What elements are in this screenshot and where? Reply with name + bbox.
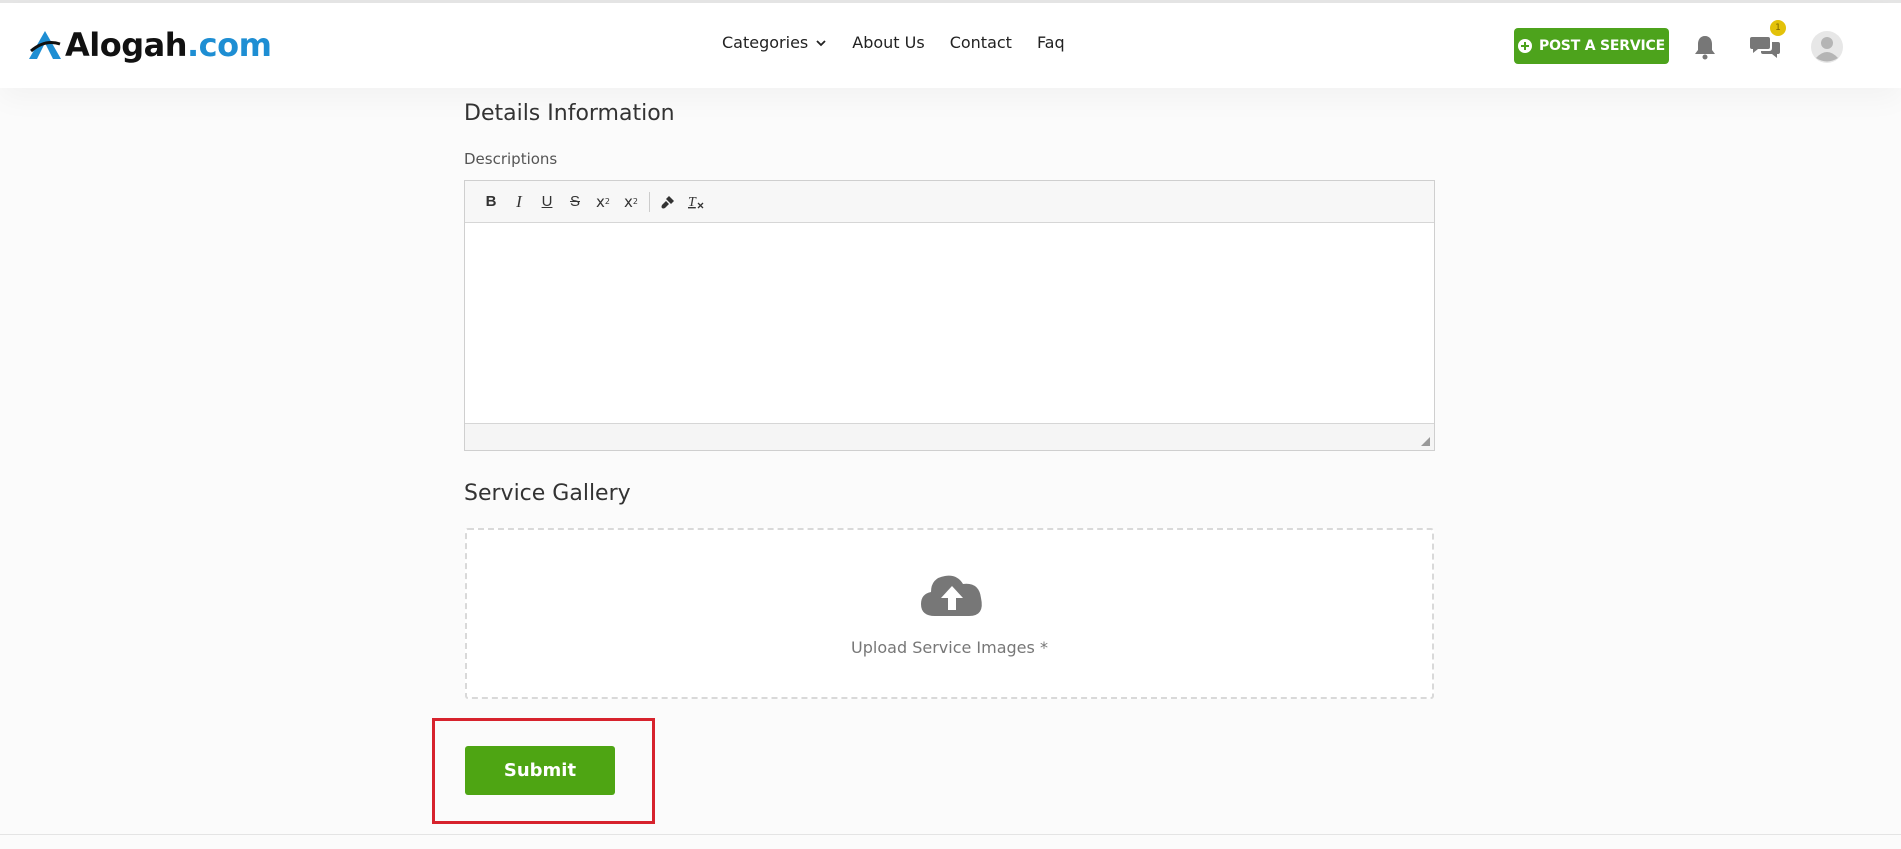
toolbar-divider — [649, 191, 650, 212]
image-upload-dropzone[interactable]: Upload Service Images * — [465, 528, 1434, 699]
italic-button[interactable]: I — [505, 188, 533, 216]
post-service-label: POST A SERVICE — [1539, 38, 1665, 54]
cloud-upload-icon — [921, 575, 982, 616]
bell-icon[interactable] — [1693, 34, 1717, 60]
resize-handle[interactable] — [1421, 437, 1430, 446]
svg-text:T: T — [688, 195, 697, 210]
submit-button[interactable]: Submit — [465, 746, 615, 795]
nav-faq[interactable]: Faq — [1037, 33, 1065, 52]
footer-divider — [0, 834, 1901, 835]
nav-about-us[interactable]: About Us — [852, 33, 924, 52]
subscript-button[interactable]: x2 — [589, 188, 617, 216]
site-logo[interactable]: Alogah.com — [27, 25, 272, 65]
messages-badge: 1 — [1770, 20, 1786, 36]
editor-toolbar: B I U S x2 x2 T — [465, 181, 1434, 223]
copy-format-button[interactable] — [654, 188, 682, 216]
post-service-button[interactable]: POST A SERVICE — [1514, 28, 1669, 64]
underline-button[interactable]: U — [533, 188, 561, 216]
chevron-down-icon — [816, 39, 826, 46]
main-nav: Categories About Us Contact Faq — [722, 33, 1065, 52]
bold-button[interactable]: B — [477, 188, 505, 216]
plus-circle-icon — [1518, 39, 1533, 53]
description-editor: B I U S x2 x2 T — [464, 180, 1435, 451]
nav-categories-label: Categories — [722, 33, 809, 52]
editor-statusbar — [465, 423, 1434, 450]
details-title: Details Information — [464, 101, 675, 126]
clear-format-button[interactable]: T — [682, 188, 710, 216]
clear-format-icon: T — [688, 195, 704, 210]
gallery-title: Service Gallery — [464, 481, 631, 506]
logo-text: Alogah.com — [65, 26, 272, 64]
site-header: Alogah.com Categories About Us Contact F… — [0, 3, 1901, 88]
descriptions-label: Descriptions — [464, 150, 558, 168]
nav-contact[interactable]: Contact — [950, 33, 1012, 52]
brush-icon — [661, 195, 674, 208]
chat-icon[interactable] — [1749, 34, 1781, 62]
superscript-button[interactable]: x2 — [617, 188, 645, 216]
nav-categories[interactable]: Categories — [722, 33, 827, 52]
editor-content-area[interactable] — [465, 223, 1434, 423]
strikethrough-button[interactable]: S — [561, 188, 589, 216]
upload-text: Upload Service Images * — [851, 638, 1048, 657]
logo-mark-icon — [29, 31, 61, 59]
avatar-icon[interactable] — [1811, 31, 1843, 63]
